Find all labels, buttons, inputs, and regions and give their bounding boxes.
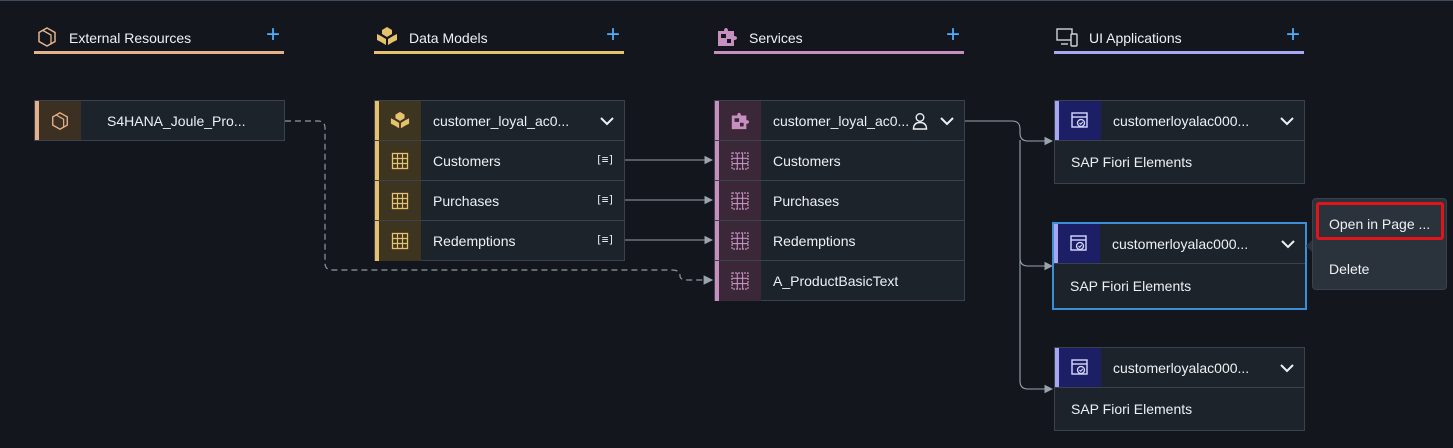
external-resource-name: S4HANA_Joule_Pro... bbox=[107, 113, 246, 129]
highlight-box bbox=[1316, 202, 1444, 240]
add-service-button[interactable]: + bbox=[946, 23, 960, 47]
column-title: Data Models bbox=[409, 30, 488, 46]
service-entity-row-purchases[interactable]: Purchases bbox=[715, 181, 964, 221]
service-entity-row-customers[interactable]: Customers bbox=[715, 141, 964, 181]
table-grid-icon bbox=[391, 192, 409, 209]
ui-app-subtitle: SAP Fiori Elements bbox=[1071, 401, 1193, 417]
service-entity-row-redemptions[interactable]: Redemptions bbox=[715, 221, 964, 261]
entity-details-icon[interactable]: [≡] bbox=[596, 153, 615, 166]
service-entity-label: Customers bbox=[773, 153, 841, 169]
fiori-app-icon bbox=[1070, 234, 1087, 251]
entity-set-icon bbox=[731, 151, 749, 170]
data-model-card: customer_loyal_ac0... Customers [≡] Purc… bbox=[374, 100, 625, 261]
service-puzzle-icon bbox=[718, 28, 737, 46]
column-header-ui-applications: UI Applications + bbox=[1054, 23, 1304, 54]
entity-label: Purchases bbox=[433, 193, 500, 209]
user-icon[interactable] bbox=[912, 112, 928, 130]
column-title: External Resources bbox=[69, 30, 192, 46]
ui-app-title: customerloyalac000... bbox=[1113, 360, 1250, 376]
entity-set-icon bbox=[731, 191, 749, 210]
entity-set-icon bbox=[731, 231, 749, 250]
add-ui-application-button[interactable]: + bbox=[1286, 23, 1300, 47]
ui-app-subtitle: SAP Fiori Elements bbox=[1071, 154, 1193, 170]
ui-app-header-row[interactable]: customerloyalac000... bbox=[1054, 224, 1305, 264]
menu-item-label: Delete bbox=[1329, 261, 1370, 277]
service-title: customer_loyal_ac0... bbox=[773, 113, 910, 129]
ui-app-title: customerloyalac000... bbox=[1113, 113, 1250, 129]
ui-link-line-2 bbox=[1019, 140, 1054, 271]
entity-row-redemptions[interactable]: Redemptions [≡] bbox=[375, 221, 624, 261]
chevron-down-icon[interactable] bbox=[1279, 235, 1297, 253]
service-entity-row-product-basic-text[interactable]: A_ProductBasicText bbox=[715, 261, 964, 301]
ui-app-header-row[interactable]: customerloyalac000... bbox=[1055, 101, 1304, 141]
entity-row-customers[interactable]: Customers [≡] bbox=[375, 141, 624, 181]
service-header-row[interactable]: customer_loyal_ac0... bbox=[715, 101, 964, 141]
table-grid-icon bbox=[391, 232, 409, 250]
column-header-external-resources: External Resources + bbox=[34, 23, 284, 54]
table-grid-icon bbox=[391, 152, 409, 169]
ui-link-line-3 bbox=[1019, 260, 1054, 394]
ui-link-line-1 bbox=[965, 120, 1054, 146]
add-data-model-button[interactable]: + bbox=[606, 23, 620, 47]
service-entity-label: Purchases bbox=[773, 193, 840, 209]
external-resource-icon bbox=[38, 27, 56, 47]
entity-label: Redemptions bbox=[433, 233, 516, 249]
data-model-title: customer_loyal_ac0... bbox=[433, 113, 570, 129]
column-header-data-models: Data Models + bbox=[374, 23, 624, 54]
entity-set-icon bbox=[731, 272, 749, 290]
add-external-resource-button[interactable]: + bbox=[266, 23, 280, 47]
ui-application-card-selected[interactable]: customerloyalac000... SAP Fiori Elements bbox=[1052, 222, 1307, 310]
service-entity-label: A_ProductBasicText bbox=[773, 273, 899, 289]
ui-application-card[interactable]: customerloyalac000... SAP Fiori Elements bbox=[1054, 100, 1305, 184]
column-underline bbox=[1054, 51, 1304, 54]
fiori-app-icon bbox=[1071, 358, 1088, 375]
ui-app-title: customerloyalac000... bbox=[1112, 236, 1249, 252]
column-underline bbox=[714, 51, 964, 54]
data-model-icon bbox=[377, 27, 397, 45]
chevron-down-icon[interactable] bbox=[1278, 112, 1296, 130]
chevron-down-icon[interactable] bbox=[1278, 359, 1296, 377]
ui-application-icon bbox=[1056, 28, 1078, 47]
fiori-app-icon bbox=[1071, 111, 1088, 128]
chevron-down-icon[interactable] bbox=[598, 112, 616, 130]
chevron-down-icon[interactable] bbox=[938, 112, 956, 130]
entity-label: Customers bbox=[433, 153, 501, 169]
column-underline bbox=[34, 51, 284, 54]
service-entity-label: Redemptions bbox=[773, 233, 856, 249]
context-menu: Open in Page ... Delete bbox=[1312, 198, 1447, 290]
data-model-icon bbox=[390, 111, 410, 128]
service-puzzle-icon bbox=[731, 112, 750, 129]
column-title: UI Applications bbox=[1089, 30, 1182, 46]
column-title: Services bbox=[749, 30, 803, 46]
delete-menu-item[interactable]: Delete bbox=[1313, 249, 1448, 289]
ui-app-subtitle: SAP Fiori Elements bbox=[1070, 278, 1192, 294]
data-model-header-row[interactable]: customer_loyal_ac0... bbox=[375, 101, 624, 141]
column-underline bbox=[374, 51, 624, 54]
service-card: customer_loyal_ac0... Customers Purchase… bbox=[714, 100, 965, 301]
ui-app-header-row[interactable]: customerloyalac000... bbox=[1055, 348, 1304, 388]
entity-details-icon[interactable]: [≡] bbox=[596, 193, 615, 206]
entity-row-purchases[interactable]: Purchases [≡] bbox=[375, 181, 624, 221]
entity-details-icon[interactable]: [≡] bbox=[596, 233, 615, 246]
external-resource-card[interactable]: S4HANA_Joule_Pro... bbox=[34, 100, 285, 141]
ui-application-card[interactable]: customerloyalac000... SAP Fiori Elements bbox=[1054, 347, 1305, 431]
column-header-services: Services + bbox=[714, 23, 964, 54]
external-resource-icon bbox=[52, 111, 68, 130]
